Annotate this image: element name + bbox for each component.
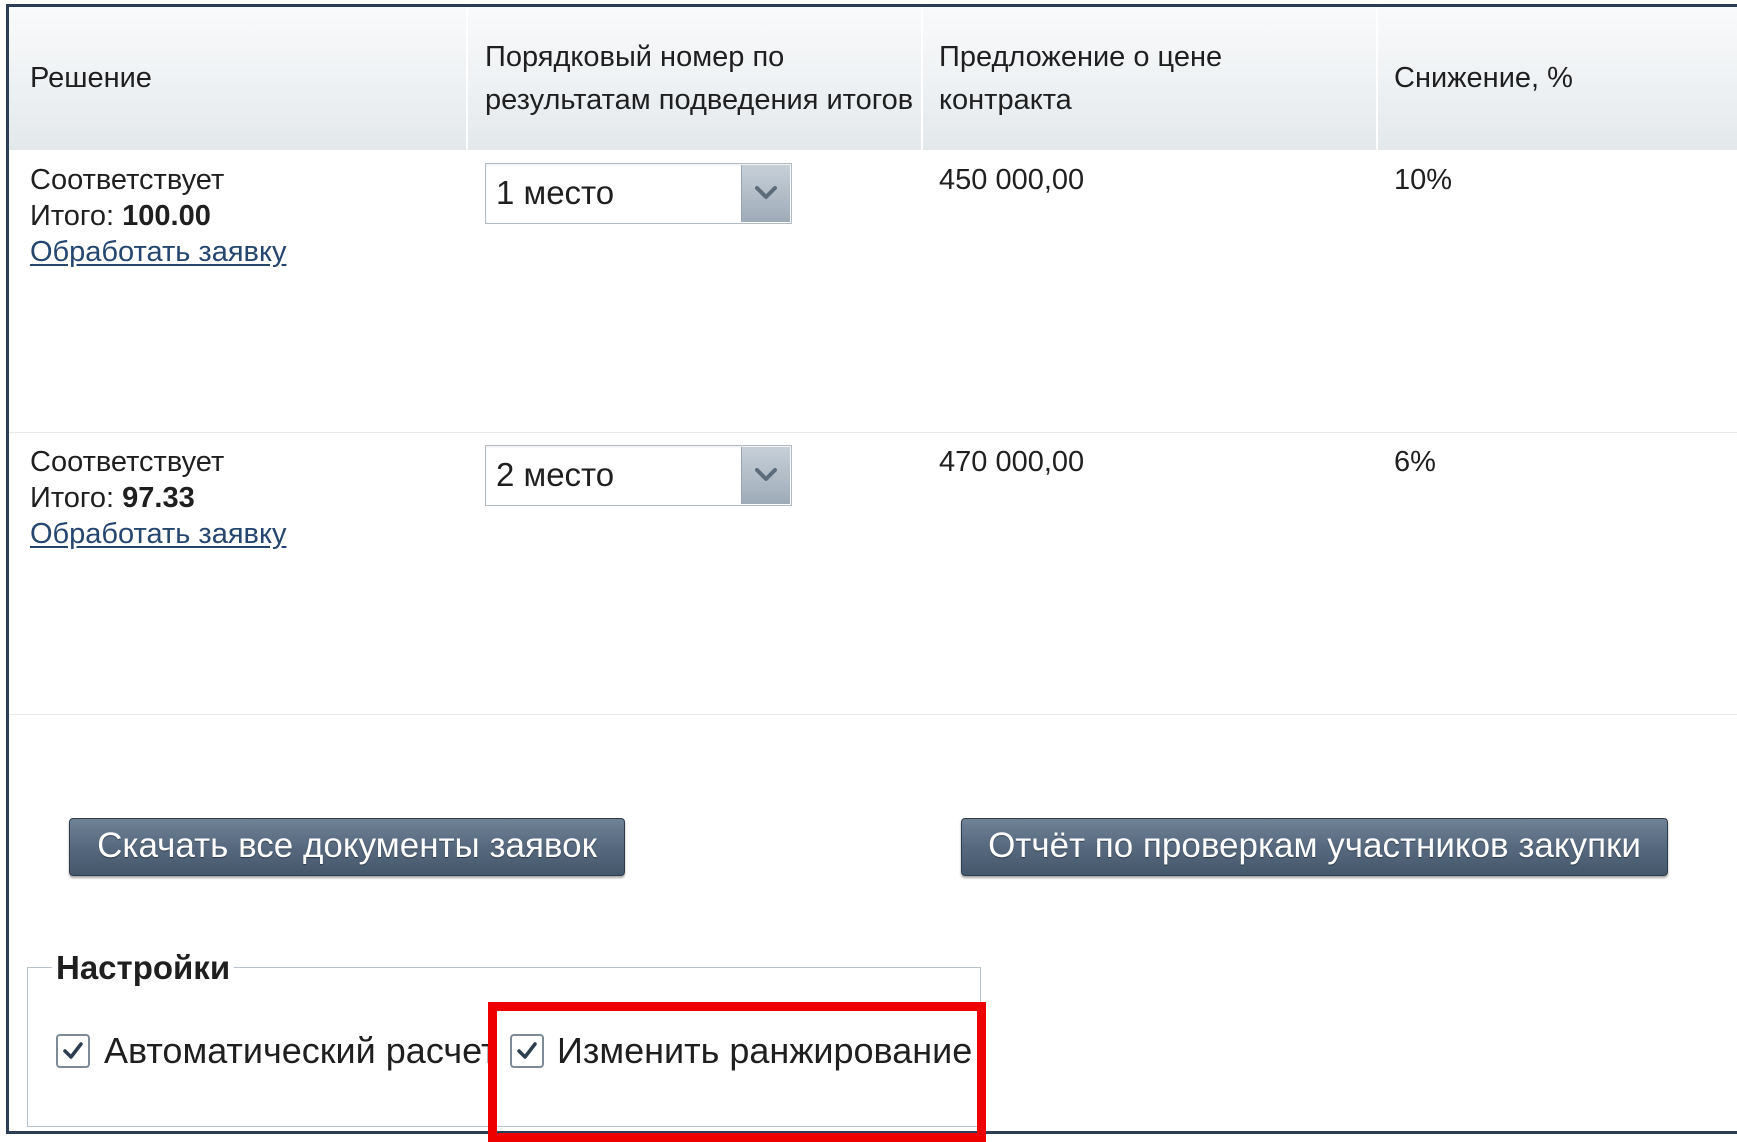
column-header-label: Снижение, % — [1394, 62, 1573, 94]
column-header-label: Решение — [30, 62, 152, 94]
column-header-rank: Порядковый номер по результатам подведен… — [485, 7, 915, 150]
reduction-value: 10% — [1394, 164, 1453, 196]
process-application-link[interactable]: Обработать заявку — [30, 518, 286, 551]
procurement-checks-report-button[interactable]: Отчёт по проверкам участников закупки — [961, 818, 1668, 876]
checkmark-icon — [517, 1042, 537, 1059]
page-frame — [6, 4, 1737, 1134]
price-value: 470 000,00 — [939, 446, 1085, 478]
decision-text: Соответствует — [30, 164, 225, 196]
download-all-documents-button[interactable]: Скачать все документы заявок — [69, 818, 625, 876]
column-divider — [466, 7, 468, 150]
rank-select[interactable]: 1 место — [485, 163, 792, 224]
chevron-down-icon[interactable] — [741, 447, 790, 504]
column-header-label: Порядковый номер по результатам подведен… — [485, 40, 914, 116]
column-divider — [1376, 7, 1378, 150]
auto-calc-label[interactable]: Автоматический расчет — [104, 1030, 498, 1072]
total-label: Итого: — [30, 482, 115, 514]
column-header-price: Предложение о цене контракта — [939, 7, 1339, 150]
process-application-link[interactable]: Обработать заявку — [30, 236, 286, 269]
table-header: Решение Порядковый номер по результатам … — [9, 7, 1737, 150]
rank-select-value: 1 место — [496, 174, 615, 211]
checkmark-icon — [63, 1042, 83, 1059]
change-ranking-checkbox[interactable] — [510, 1034, 544, 1068]
settings-legend: Настройки — [52, 948, 235, 988]
change-ranking-label[interactable]: Изменить ранжирование — [557, 1030, 972, 1072]
rank-select[interactable]: 2 место — [485, 445, 792, 506]
auto-calc-checkbox[interactable] — [56, 1034, 90, 1068]
total-score: Итого: 100.00 — [30, 198, 211, 234]
column-header-label: Предложение о цене контракта — [939, 40, 1223, 116]
reduction-value: 6% — [1394, 446, 1436, 478]
chevron-down-icon[interactable] — [741, 165, 790, 222]
column-header-reduction: Снижение, % — [1394, 7, 1734, 150]
rank-select-value: 2 место — [496, 456, 615, 493]
total-value: 97.33 — [122, 482, 195, 514]
decision-text: Соответствует — [30, 446, 225, 478]
total-label: Итого: — [30, 200, 115, 232]
column-divider — [921, 7, 923, 150]
price-value: 450 000,00 — [939, 164, 1085, 196]
row-divider — [9, 432, 1737, 433]
total-score: Итого: 97.33 — [30, 480, 195, 516]
row-divider — [9, 714, 1737, 715]
column-header-decision: Решение — [30, 7, 470, 150]
total-value: 100.00 — [122, 200, 211, 232]
